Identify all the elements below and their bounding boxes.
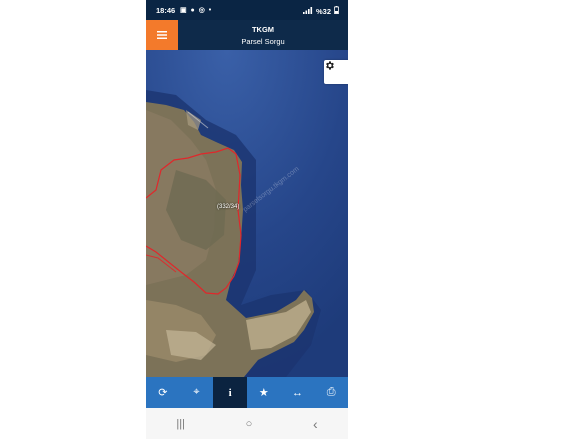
status-bar: 18:46 ▣ ● ◎ • %32	[146, 0, 348, 20]
battery-percent: %32	[315, 6, 331, 16]
print-icon: ⎙	[326, 386, 336, 398]
favorite-button[interactable]: ★	[247, 377, 281, 408]
header-title-block: TKGM Parsel Sorgu	[178, 20, 348, 50]
app-header: TKGM Parsel Sorgu	[146, 20, 348, 50]
system-nav-bar: ||| ○ ‹	[146, 408, 348, 439]
map-imagery	[146, 50, 348, 377]
satellite-map[interactable]: (332/34) parselsorgu.tkgm.com	[146, 50, 348, 377]
print-button[interactable]: ⎙	[314, 377, 348, 408]
clock: 18:46	[156, 6, 176, 15]
crosshair-icon: ⌖	[193, 386, 200, 398]
system-indicators: %32	[302, 6, 339, 16]
home-icon[interactable]: ○	[246, 418, 253, 430]
map-settings-button[interactable]	[324, 60, 348, 84]
refresh-button[interactable]: ⟳	[146, 377, 180, 408]
notification-icons: ▣ ● ◎ •	[180, 7, 213, 14]
bottom-toolbar: ⟳ ⌖ i ★ ↔ ⎙	[146, 377, 348, 408]
app-subtitle: Parsel Sorgu	[241, 37, 285, 46]
hamburger-menu-icon	[157, 31, 167, 39]
measure-icon: ↔	[292, 386, 304, 399]
recents-icon[interactable]: |||	[176, 418, 185, 430]
parcel-number-label[interactable]: (332/34)	[217, 204, 239, 210]
locate-button[interactable]: ⌖	[180, 377, 214, 408]
info-button[interactable]: i	[213, 377, 248, 408]
info-icon: i	[228, 386, 232, 399]
app-title: TKGM	[251, 25, 275, 34]
back-icon[interactable]: ‹	[313, 416, 318, 432]
signal-icon	[302, 6, 313, 16]
refresh-icon: ⟳	[158, 387, 168, 399]
star-icon: ★	[258, 387, 269, 399]
menu-button[interactable]	[146, 20, 178, 50]
phone-screen: 18:46 ▣ ● ◎ • %32 TKGM Parsel Sorgu (332…	[146, 0, 348, 439]
gear-icon	[326, 61, 334, 70]
battery-icon	[334, 6, 339, 16]
measure-button[interactable]: ↔	[281, 377, 315, 408]
